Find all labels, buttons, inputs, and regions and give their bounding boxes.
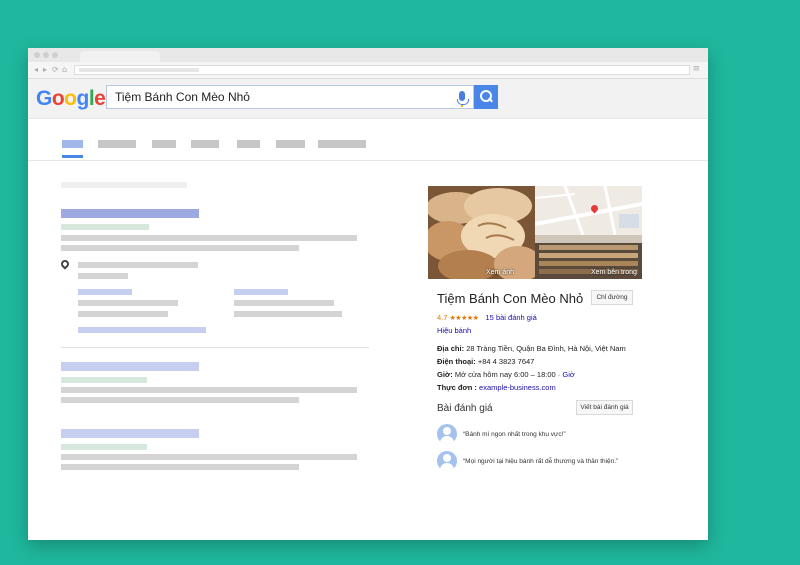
result-snippet-line (61, 464, 299, 470)
sitelink-snippet-line (78, 311, 168, 317)
search-header: Google Tiệm Bánh Con Mèo Nhỏ (28, 79, 708, 119)
reviews-heading: Bài đánh giá (437, 403, 493, 414)
address-row: Địa chỉ: 28 Tràng Tiền, Quận Ba Đình, Hà… (437, 344, 626, 353)
browser-tab[interactable] (80, 51, 160, 62)
result-snippet-line (61, 454, 357, 460)
logo-letter-e: e (94, 87, 106, 110)
window-close-dot[interactable] (34, 52, 40, 58)
sitelink-snippet-line (78, 300, 178, 306)
tab-3[interactable] (152, 140, 176, 148)
result-title-1[interactable] (61, 209, 199, 218)
sitelink-title-3[interactable] (78, 327, 206, 333)
sitelink-title-1[interactable] (78, 289, 132, 295)
location-pin-icon (59, 258, 71, 270)
window-maximize-dot[interactable] (52, 52, 58, 58)
rating-row: 4.7 ★★★★★ 15 bài đánh giá (437, 313, 537, 322)
hours-link[interactable]: Giờ (562, 370, 574, 379)
menu-link[interactable]: example-business.com (479, 383, 556, 392)
forward-icon[interactable]: ▸ (43, 65, 47, 75)
result-title-3[interactable] (61, 429, 199, 438)
browser-titlebar (28, 48, 708, 62)
logo-letter-o1: o (51, 87, 65, 110)
map-illustration (535, 186, 642, 235)
result-tabs (28, 119, 708, 161)
reload-icon[interactable]: ⟳ (52, 65, 59, 75)
phone-row: Điện thoại: +84 4 3823 7647 (437, 357, 534, 366)
reviews-link[interactable]: 15 bài đánh giá (486, 313, 537, 322)
logo-letter-g: G (36, 87, 52, 110)
tab-4[interactable] (191, 140, 219, 148)
hours-value: Mở cửa hôm nay 6:00 – 18:00 · (454, 370, 561, 379)
tab-all[interactable] (62, 140, 83, 148)
menu-label: Thực đơn : (437, 383, 477, 392)
tab-5[interactable] (237, 140, 260, 148)
search-button[interactable] (474, 85, 498, 109)
result-url-3 (61, 444, 147, 450)
result-snippet-line (61, 387, 357, 393)
browser-toolbar: ◂ ▸ ⟳ ⌂ ≡ (28, 62, 708, 79)
store-interior-photo[interactable]: Xem bên trong (535, 235, 642, 279)
back-icon[interactable]: ◂ (34, 65, 38, 75)
phone-value[interactable]: +84 4 3823 7647 (478, 357, 535, 366)
sitelink-title-2[interactable] (234, 289, 288, 295)
address-bar[interactable] (74, 65, 690, 75)
local-address-placeholder (78, 273, 128, 279)
logo-letter-g2: g (76, 87, 90, 110)
result-url-2 (61, 377, 147, 383)
result-snippet-line (61, 245, 299, 251)
search-query: Tiệm Bánh Con Mèo Nhỏ (115, 90, 250, 104)
address-label: Địa chỉ: (437, 344, 465, 353)
local-name-placeholder (78, 262, 198, 268)
result-url-1 (61, 224, 149, 230)
reviewer-avatar (437, 451, 457, 471)
map-thumbnail[interactable] (535, 186, 642, 235)
directions-button[interactable]: Chỉ đường (591, 290, 633, 305)
result-stats-placeholder (61, 182, 187, 188)
hours-label: Giờ: (437, 370, 453, 379)
result-snippet-line (61, 397, 299, 403)
phone-label: Điện thoại: (437, 357, 476, 366)
browser-window: ◂ ▸ ⟳ ⌂ ≡ Google Tiệm Bánh Con Mèo Nhỏ X… (28, 48, 708, 540)
business-title: Tiệm Bánh Con Mèo Nhỏ (437, 291, 584, 306)
google-logo[interactable]: Google (36, 87, 106, 111)
microphone-icon[interactable] (457, 91, 469, 107)
tab-more[interactable] (318, 140, 366, 148)
rating-value: 4.7 (437, 313, 448, 322)
logo-letter-o2: o (64, 87, 77, 110)
photo-caption: Xem ảnh (486, 269, 515, 276)
address-value: 28 Tràng Tiền, Quận Ba Đình, Hà Nội, Việ… (466, 344, 626, 353)
window-minimize-dot[interactable] (43, 52, 49, 58)
review-quote-1: “Bánh mì ngon nhất trong khu vực!” (463, 431, 566, 438)
business-category[interactable]: Hiệu bánh (437, 326, 471, 335)
review-quote-2: “Mọi người tại hiệu bánh rất dễ thương v… (463, 458, 619, 465)
tab-6[interactable] (276, 140, 305, 148)
tab-2[interactable] (98, 140, 136, 148)
search-input[interactable]: Tiệm Bánh Con Mèo Nhỏ (106, 85, 474, 109)
menu-row: Thực đơn : example-business.com (437, 383, 556, 392)
store-caption: Xem bên trong (591, 269, 637, 276)
home-icon[interactable]: ⌂ (62, 65, 67, 75)
result-title-2[interactable] (61, 362, 199, 371)
address-bar-text-placeholder (79, 68, 199, 72)
sitelink-snippet-line (234, 311, 342, 317)
write-review-button[interactable]: Viết bài đánh giá (576, 400, 633, 415)
browser-menu-icon[interactable]: ≡ (692, 64, 700, 74)
bakery-bread-photo[interactable]: Xem ảnh (428, 186, 535, 279)
active-tab-indicator (62, 155, 83, 158)
reviewer-avatar (437, 424, 457, 444)
results-divider (61, 347, 369, 348)
result-snippet-line (61, 235, 357, 241)
hours-row: Giờ: Mở cửa hôm nay 6:00 – 18:00 · Giờ (437, 370, 575, 379)
bread-photo-illustration (428, 186, 535, 279)
sitelink-snippet-line (234, 300, 334, 306)
rating-stars-icon: ★★★★★ (449, 314, 479, 322)
